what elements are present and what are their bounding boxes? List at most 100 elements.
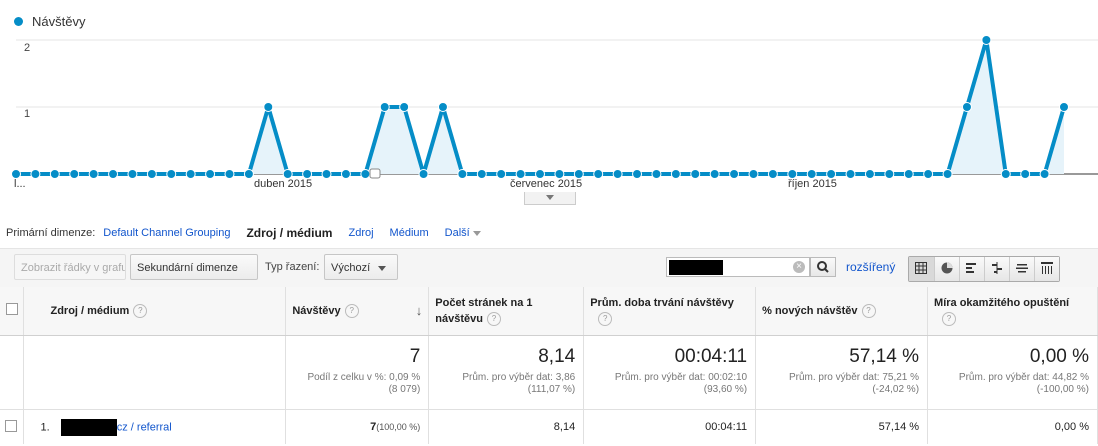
help-icon[interactable]: ? <box>344 304 359 319</box>
primary-dimension-label: Primární dimenze: <box>6 227 96 239</box>
data-table: Zdroj / médium? Návštěvy? ↓ Počet stránek… <box>0 287 1098 444</box>
data-point <box>961 102 972 112</box>
data-point <box>593 169 604 179</box>
data-point <box>360 169 371 179</box>
x-tick-cervenec: červenec 2015 <box>510 178 583 190</box>
summary-pages: 8,14 <box>538 346 576 367</box>
summary-pages-sub2: (111,07 %) <box>527 384 576 395</box>
data-point <box>243 169 254 179</box>
clear-icon[interactable]: × <box>793 261 805 273</box>
help-icon[interactable]: ? <box>598 312 613 327</box>
sort-type-dropdown[interactable]: Výchozí <box>324 254 398 280</box>
advanced-filter-link[interactable]: rozšířený <box>846 260 895 274</box>
table-toolbar: Zobrazit řádky v grafu Sekundární dimenz… <box>0 248 1098 297</box>
data-point <box>923 169 934 179</box>
header-bounce-rate[interactable]: Míra okamžitého opuštění? <box>928 287 1097 327</box>
data-point <box>476 169 487 179</box>
dimension-more[interactable]: Další <box>445 227 481 239</box>
row-new: 57,14 % <box>755 409 929 444</box>
summary-duration-sub2: (93,60 %) <box>703 384 748 395</box>
dimension-medium[interactable]: Médium <box>390 227 429 239</box>
row-visits-pct: (100,00 %) <box>376 422 421 432</box>
header-avg-duration[interactable]: Prům. doba trvání návštěvy? <box>584 287 755 327</box>
data-point <box>49 169 60 179</box>
data-point <box>670 169 681 179</box>
data-point <box>205 169 216 179</box>
data-point <box>418 169 429 179</box>
row-source-link[interactable]: cz / referral <box>117 421 172 433</box>
data-point <box>864 169 875 179</box>
data-point <box>457 169 468 179</box>
pivot-view-icon[interactable] <box>1034 257 1059 281</box>
chart-collapse-toggle[interactable] <box>524 192 576 205</box>
help-icon[interactable]: ? <box>133 304 148 319</box>
select-all-checkbox[interactable] <box>6 303 18 315</box>
data-point <box>903 169 914 179</box>
visits-chart <box>11 35 1098 179</box>
chevron-down-icon <box>378 265 387 271</box>
help-icon[interactable]: ? <box>942 312 957 327</box>
data-point <box>1020 169 1031 179</box>
table-header-row: Zdroj / médium? Návštěvy? ↓ Počet stránek… <box>0 287 1098 336</box>
dimension-source-medium[interactable]: Zdroj / médium <box>246 226 332 240</box>
summary-row: 7 Podíl z celku v %: 0,09 % (8 079) 8,14… <box>0 335 1098 410</box>
data-point <box>185 169 196 179</box>
x-tick-start: l... <box>14 178 26 190</box>
header-new-visits[interactable]: % nových návštěv? <box>756 287 927 319</box>
data-point <box>166 169 177 179</box>
row-checkbox[interactable] <box>5 419 17 432</box>
header-pages-per-visit[interactable]: Počet stránek na 1 návštěvu? <box>429 287 583 327</box>
data-point <box>612 169 623 179</box>
row-duration: 00:04:11 <box>583 409 757 444</box>
table-view-icon[interactable] <box>909 257 934 281</box>
data-point <box>709 169 720 179</box>
row-pages: 8,14 <box>428 409 585 444</box>
secondary-dimension-dropdown[interactable]: Sekundární dimenze <box>130 254 258 297</box>
dimension-default-channel[interactable]: Default Channel Grouping <box>103 227 230 239</box>
table-search-input[interactable]: × <box>666 257 810 277</box>
data-point <box>690 169 701 179</box>
data-point <box>729 169 740 179</box>
data-point <box>224 169 235 179</box>
header-visits[interactable]: Návštěvy? ↓ <box>286 287 428 319</box>
data-point <box>437 102 448 112</box>
summary-pages-sub: Prům. pro výběr dat: 3,86 <box>462 372 576 383</box>
sort-type-label: Typ řazení: <box>265 261 320 273</box>
secondary-dimension-label: Sekundární dimenze <box>137 262 238 274</box>
y-tick-1: 1 <box>24 108 31 120</box>
data-point <box>981 35 992 45</box>
data-point <box>1039 169 1050 179</box>
header-source[interactable]: Zdroj / médium? <box>24 287 285 319</box>
data-point <box>108 169 119 179</box>
plot-rows-button[interactable]: Zobrazit řádky v grafu <box>14 254 126 280</box>
pie-view-icon[interactable] <box>934 257 959 281</box>
sort-type-value: Výchozí <box>331 262 371 274</box>
data-point <box>884 169 895 179</box>
data-point <box>748 169 759 179</box>
help-icon[interactable]: ? <box>486 312 501 327</box>
comparison-view-icon[interactable] <box>984 257 1009 281</box>
summary-new-sub2: (-24,02 %) <box>872 384 920 395</box>
help-icon[interactable]: ? <box>861 304 876 319</box>
data-point <box>69 169 80 179</box>
dimension-source[interactable]: Zdroj <box>348 227 373 239</box>
data-point <box>146 169 157 179</box>
summary-bounce-sub: Prům. pro výběr dat: 44,82 % <box>958 372 1089 383</box>
table-row: 1. cz / referral 7(100,00 %) 8,14 00:04:… <box>0 409 1098 444</box>
x-tick-rijen: říjen 2015 <box>788 178 837 190</box>
sort-desc-icon: ↓ <box>415 303 423 318</box>
data-point <box>1059 102 1069 112</box>
y-tick-2: 2 <box>24 42 31 54</box>
data-point <box>321 169 332 179</box>
data-point <box>845 169 856 179</box>
summary-visits: 7 <box>409 346 421 367</box>
data-point <box>340 169 351 179</box>
term-cloud-view-icon[interactable] <box>1009 257 1034 281</box>
search-button[interactable] <box>810 257 836 277</box>
summary-new: 57,14 % <box>849 346 920 367</box>
x-tick-duben: duben 2015 <box>254 178 313 190</box>
data-point <box>263 102 274 112</box>
primary-dimension-bar: Primární dimenze: Default Channel Groupi… <box>6 226 497 240</box>
performance-view-icon[interactable] <box>959 257 984 281</box>
summary-visits-sub: Podíl z celku v %: 0,09 % <box>307 372 421 383</box>
